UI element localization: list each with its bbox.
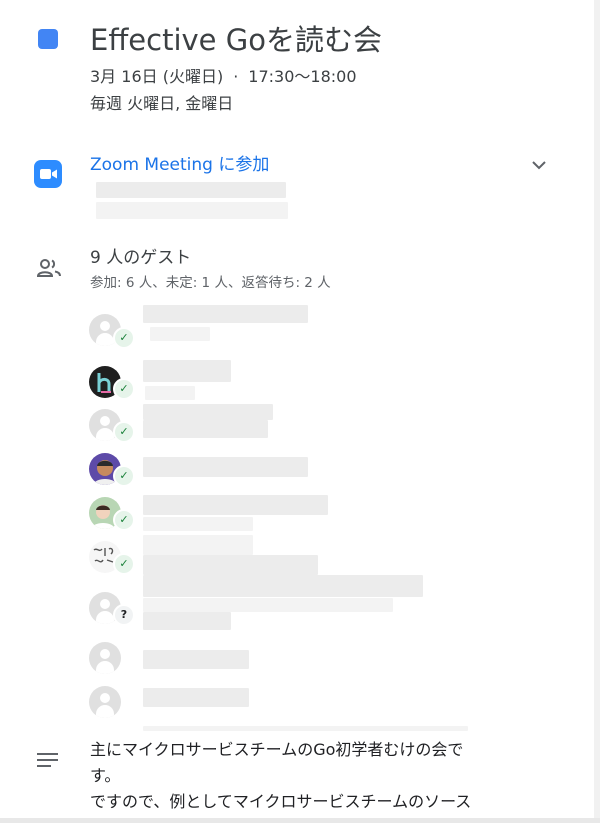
- default-avatar: [89, 686, 121, 718]
- notes-icon: [37, 752, 59, 768]
- event-datetime: 3月 16日 (火曜日) · 17:30〜18:00: [90, 63, 357, 87]
- redacted-guest-detail: [143, 517, 253, 531]
- event-time: 17:30〜18:00: [248, 67, 357, 86]
- event-description: 主にマイクロサービスチームのGo初学者むけの会で す。 ですので、例としてマイク…: [90, 737, 560, 815]
- scrollbar[interactable]: [594, 0, 600, 823]
- redacted-guest-detail: [143, 420, 268, 438]
- default-avatar: [89, 642, 121, 674]
- redacted-guest-name[interactable]: [143, 360, 231, 382]
- bottom-edge: [0, 818, 600, 823]
- event-recurrence: 毎週 火曜日, 金曜日: [90, 94, 234, 113]
- accepted-check-icon: ✓: [113, 553, 135, 575]
- redacted-guest-name[interactable]: [143, 688, 249, 707]
- accepted-check-icon: ✓: [113, 378, 135, 400]
- event-date: 3月 16日 (火曜日): [90, 67, 224, 86]
- redacted-meeting-info: [96, 202, 288, 219]
- redacted-guest-name[interactable]: [143, 650, 249, 669]
- redacted-guest-detail: [143, 612, 231, 630]
- event-title: Effective Goを読む会: [90, 23, 382, 57]
- redacted-guest-detail: [150, 327, 210, 341]
- accepted-check-icon: ✓: [113, 465, 135, 487]
- redacted-guest-detail: [143, 598, 393, 612]
- calendar-color-square: [38, 29, 58, 49]
- accepted-check-icon: ✓: [113, 509, 135, 531]
- chevron-down-icon[interactable]: [528, 154, 550, 176]
- accepted-check-icon: ✓: [113, 327, 135, 349]
- guest-count-title: 9 人のゲスト: [90, 248, 192, 268]
- separator-dot: ·: [233, 67, 239, 86]
- description-line: 主にマイクロサービスチームのGo初学者むけの会で: [90, 740, 464, 759]
- redacted-guest-detail: [143, 555, 318, 575]
- redacted-guest-detail: [145, 386, 195, 400]
- join-zoom-link[interactable]: Zoom Meeting に参加: [90, 150, 269, 175]
- redacted-guest-detail: [143, 726, 468, 731]
- redacted-guest-name[interactable]: [143, 535, 253, 555]
- description-line: ですので、例としてマイクロサービスチームのソース: [90, 792, 472, 811]
- maybe-question-icon: ?: [113, 604, 135, 626]
- redacted-meeting-info: [96, 182, 286, 198]
- description-line: す。: [90, 766, 121, 785]
- guest-rsvp-summary: 参加: 6 人、未定: 1 人、返答待ち: 2 人: [90, 275, 331, 291]
- redacted-guest-name[interactable]: [143, 495, 328, 515]
- redacted-guest-name[interactable]: [143, 575, 423, 597]
- people-icon: [36, 257, 62, 279]
- accepted-check-icon: ✓: [113, 421, 135, 443]
- redacted-guest-name[interactable]: [143, 457, 308, 477]
- zoom-video-icon: [34, 160, 62, 188]
- redacted-guest-name[interactable]: [143, 404, 273, 420]
- redacted-guest-name[interactable]: [143, 305, 308, 323]
